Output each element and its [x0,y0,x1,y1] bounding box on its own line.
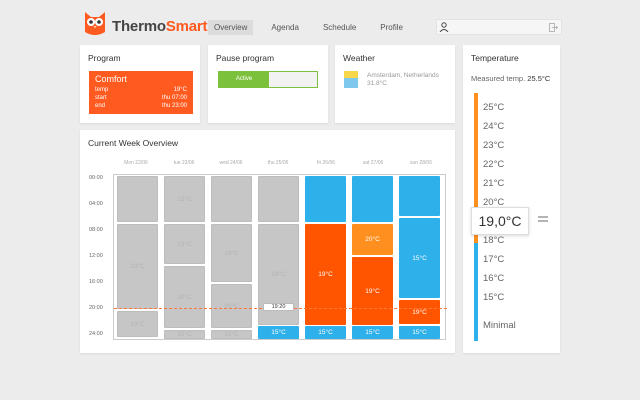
app-logo-text: ThermoSmart [112,18,208,35]
program-row-label: temp [95,87,109,93]
scale-label: 22°C [483,159,505,170]
nav-overview[interactable]: Overview [208,20,254,35]
nav-schedule[interactable]: Schedule [317,20,362,35]
schedule-block[interactable]: 19°C [211,224,252,282]
equals-icon[interactable] [537,213,549,225]
weather-temp: 31.8°C [367,80,387,87]
day-label: wed 24/06 [219,160,243,166]
day-label: fri 26/06 [316,160,336,166]
setpoint-display[interactable]: 19,0°C [471,207,529,235]
program-row-value: 19°C [173,87,187,93]
schedule-block[interactable] [305,176,346,222]
weather-location: Amsterdam, Netherlands [367,72,439,79]
measured-temp: Measured temp. 25.5°C [471,74,550,83]
schedule-block[interactable]: 15°C [164,176,205,222]
top-bar: ThermoSmart Overview Agenda Schedule Pro… [0,0,640,40]
time-label: 08:00 [89,227,103,233]
program-row-start: start thu 07:00 [95,95,187,101]
schedule-block[interactable]: 20°C [211,284,252,328]
time-label: 04:00 [89,201,103,207]
schedule-block[interactable] [117,176,158,222]
schedule-block[interactable]: 19°C [117,224,158,309]
program-row-temp: temp 19°C [95,87,187,93]
pause-card: Pause program Active [208,45,328,123]
schedule-block[interactable]: 15°C [164,330,205,339]
program-card: Program Comfort temp 19°C start thu 07:00 … [80,45,200,123]
program-card-title: Program [88,53,121,63]
temperature-card-title: Temperature [471,53,519,63]
week-grid: 19°C 19°C 15°C 19°C 20°C 15°C 19°C 20°C … [113,174,447,340]
time-label: 24:00 [89,331,103,337]
schedule-block[interactable]: 19°C [399,300,440,324]
scale-label: 25°C [483,102,505,113]
scale-label: 23°C [483,140,505,151]
schedule-block[interactable] [352,176,393,222]
logout-icon[interactable] [549,23,558,32]
schedule-block[interactable]: 15°C [305,326,346,339]
day-label: sun 28/06 [410,160,432,166]
pause-toggle-active[interactable]: Active [219,72,269,87]
logo-text-thermo: Thermo [112,18,166,35]
schedule-block[interactable]: 19°C [164,224,205,264]
program-row-end: end thu 23:00 [95,103,187,109]
minimal-label[interactable]: Minimal [483,320,516,331]
nav-profile[interactable]: Profile [374,20,409,35]
schedule-block[interactable]: 19°C [352,257,393,325]
schedule-block[interactable]: 15°C [399,218,440,298]
schedule-block[interactable]: 15°C [211,330,252,339]
temperature-card: Temperature Measured temp. 25.5°C 25°C 2… [463,45,560,353]
program-row-label: end [95,103,106,109]
day-label: tue 23/06 [173,160,195,166]
time-label: 20:00 [89,305,103,311]
sun-cloud-icon [344,71,358,88]
time-label: 00:00 [89,175,103,181]
schedule-block[interactable]: 19°C [117,311,158,337]
pause-card-title: Pause program [216,53,275,63]
schedule-block[interactable]: 15°C [399,326,440,339]
week-overview-card: Current Week Overview Mon 22/06 tue 23/0… [80,130,455,353]
program-box: Comfort temp 19°C start thu 07:00 end thu 2… [89,71,193,114]
day-label: Mon 22/06 [124,160,148,166]
schedule-block[interactable] [211,176,252,222]
time-label: 12:00 [89,253,103,259]
scale-label: 21°C [483,178,505,189]
time-label: 16:00 [89,279,103,285]
measured-temp-value: 25.5°C [527,74,551,83]
schedule-block[interactable]: 20°C [352,224,393,255]
schedule-block[interactable] [258,176,299,222]
measured-temp-label: Measured temp. [471,74,526,83]
pause-toggle[interactable]: Active [218,71,318,88]
schedule-block[interactable]: 20°C [164,266,205,328]
weather-card-title: Weather [343,53,375,63]
main-nav: Overview Agenda Schedule Profile [208,20,421,35]
program-name: Comfort [95,74,128,84]
program-row-value: thu 23:00 [161,103,187,109]
nav-agenda[interactable]: Agenda [265,20,305,35]
scale-label: 15°C [483,292,505,303]
day-label: thu 25/06 [267,160,289,166]
week-overview-title: Current Week Overview [88,138,179,148]
schedule-block[interactable]: 15°C [352,326,393,339]
user-icon[interactable] [439,22,449,32]
user-bar [436,19,562,35]
program-row-label: start [95,95,107,101]
schedule-block[interactable]: 19°C [305,224,346,325]
weather-card: Weather Amsterdam, Netherlands 31.8°C [335,45,455,123]
logo-text-smart: Smart [165,18,208,35]
schedule-block[interactable]: 15°C [258,326,299,339]
schedule-block[interactable] [399,176,440,216]
scale-label: 18°C [483,235,505,246]
scale-label: 16°C [483,273,505,284]
current-time-marker: 19:20 [263,303,294,311]
scale-label: 17°C [483,254,505,265]
program-row-value: thu 07:00 [161,95,187,101]
day-label: sat 27/06 [362,160,384,166]
scale-label: 24°C [483,121,505,132]
owl-logo-icon [85,12,105,35]
